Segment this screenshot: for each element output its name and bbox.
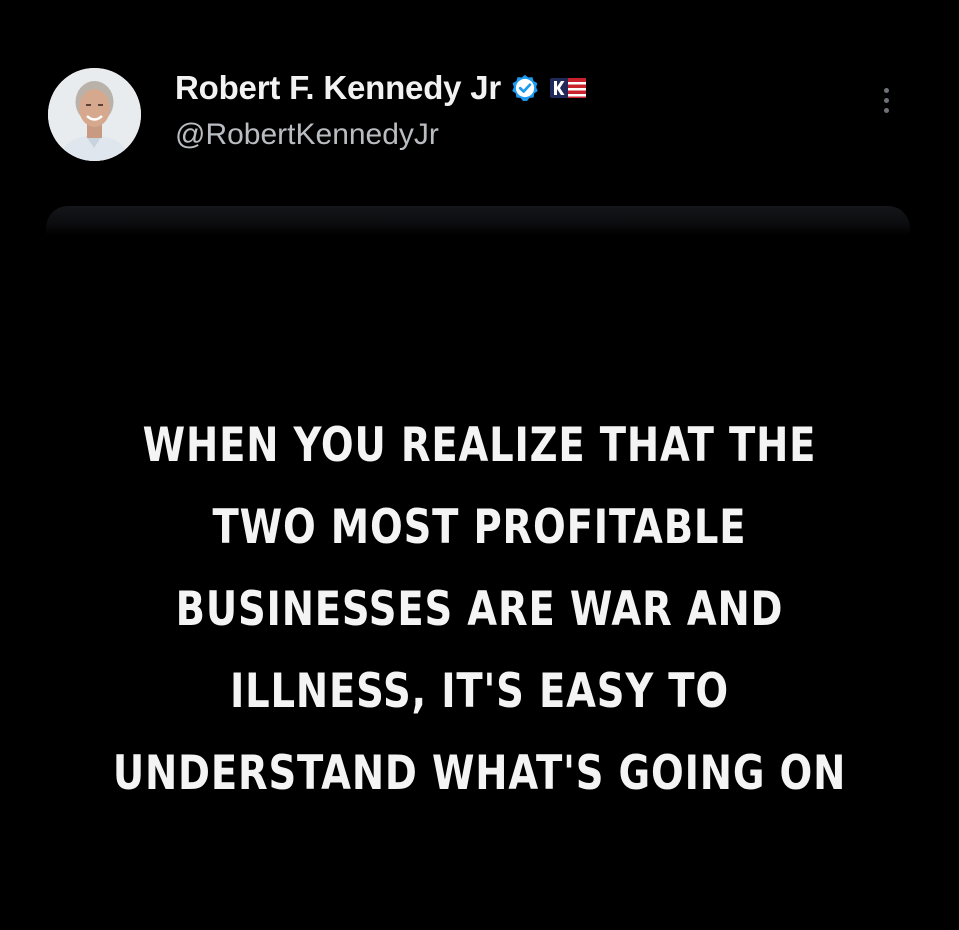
verified-badge-icon [510, 73, 540, 103]
author-handle[interactable]: @RobertKennedyJr [175, 118, 439, 152]
author-name-row: Robert F. Kennedy Jr [175, 66, 587, 110]
quote-line: ILLNESS, IT'S EASY TO [230, 664, 729, 719]
kennedy-campaign-flag-icon [550, 78, 587, 98]
tweet-screenshot: Robert F. Kennedy Jr @RobertKennedyJr WH… [0, 0, 959, 930]
quote-line: UNDERSTAND WHAT'S GOING ON [112, 746, 847, 801]
author-display-name[interactable]: Robert F. Kennedy Jr [175, 69, 501, 107]
quote-line: TWO MOST PROFITABLE [212, 500, 747, 555]
quote-line: BUSINESSES ARE WAR AND [175, 582, 784, 637]
media-card-top-edge [46, 206, 910, 236]
avatar[interactable] [48, 68, 141, 161]
more-vertical-icon[interactable] [876, 88, 896, 122]
image-quote-text: WHEN YOU REALIZE THAT THE TWO MOST PROFI… [86, 405, 872, 815]
quote-line: WHEN YOU REALIZE THAT THE [142, 418, 817, 473]
avatar-photo [48, 68, 141, 161]
